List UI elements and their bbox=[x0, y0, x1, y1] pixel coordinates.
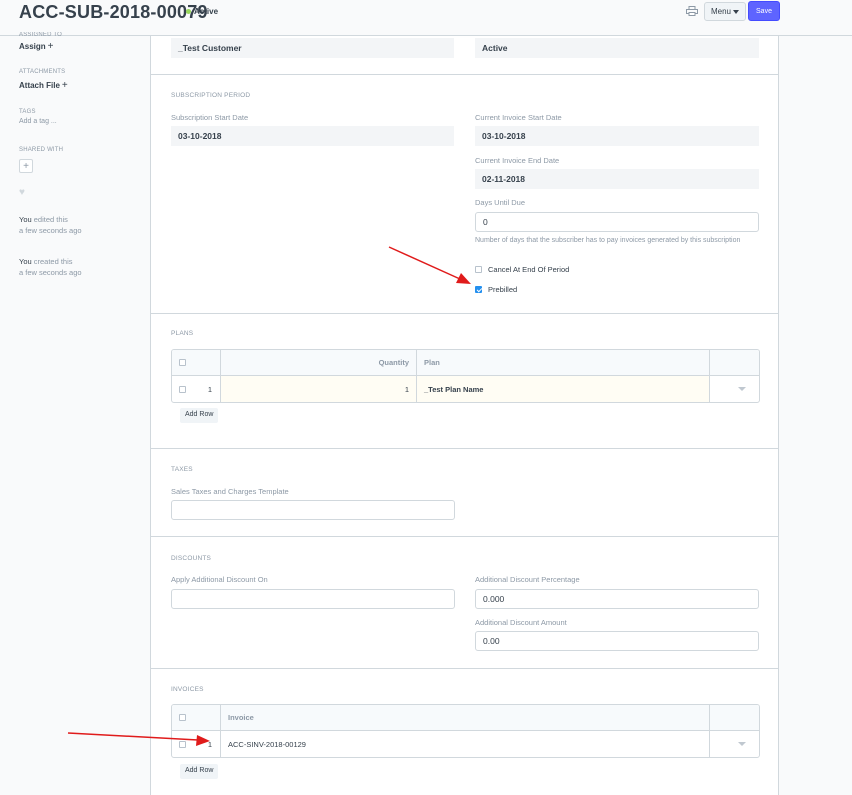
activity-item: You created this a few seconds ago bbox=[19, 256, 139, 278]
assign-link[interactable]: Assign + bbox=[19, 41, 139, 52]
menu-button[interactable]: Menu bbox=[704, 2, 746, 21]
assign-link-label: Assign bbox=[19, 42, 46, 51]
menu-button-label: Menu bbox=[710, 7, 731, 16]
prebilled-label: Prebilled bbox=[488, 285, 518, 294]
caret-down-icon bbox=[733, 9, 739, 14]
activity-item: You edited this a few seconds ago bbox=[19, 214, 139, 236]
days-until-due-help: Number of days that the subscriber has t… bbox=[475, 237, 741, 244]
row-expand-caret-icon[interactable] bbox=[738, 387, 746, 391]
days-until-due-input[interactable]: 0 bbox=[475, 212, 759, 232]
row-select-cell[interactable]: 1 bbox=[172, 731, 221, 757]
row-edit-cell[interactable] bbox=[710, 731, 759, 757]
section-divider bbox=[151, 536, 778, 537]
save-button[interactable]: Save bbox=[748, 1, 780, 21]
apply-discount-on-input[interactable] bbox=[171, 589, 455, 609]
invoice-cell[interactable]: ACC-SINV-2018-00129 bbox=[221, 731, 710, 757]
plan-cell[interactable]: _Test Plan Name bbox=[417, 376, 710, 402]
form-sidebar: ASSIGNED TO Assign + ATTACHMENTS Attach F… bbox=[19, 30, 139, 278]
select-all-checkbox[interactable] bbox=[179, 359, 186, 366]
plus-icon: + bbox=[61, 80, 68, 91]
taxes-heading: TAXES bbox=[171, 466, 193, 473]
column-settings-cell bbox=[710, 705, 759, 730]
sales-taxes-template-input[interactable] bbox=[171, 500, 455, 520]
row-checkbox[interactable] bbox=[179, 740, 186, 748]
table-header-row: Quantity Plan bbox=[172, 350, 759, 376]
row-edit-cell[interactable] bbox=[710, 376, 759, 402]
invoices-table: Invoice 1 ACC-SINV-2018-00129 bbox=[171, 704, 760, 758]
section-divider bbox=[151, 448, 778, 449]
table-row[interactable]: 1 1 _Test Plan Name bbox=[172, 376, 759, 402]
status-field[interactable]: Active bbox=[475, 38, 759, 58]
discount-percentage-label: Additional Discount Percentage bbox=[475, 575, 580, 584]
activity-action: edited this bbox=[31, 215, 68, 224]
discount-amount-input[interactable]: 0.00 bbox=[475, 631, 759, 651]
select-all-cell[interactable] bbox=[172, 350, 221, 375]
row-index: 1 bbox=[207, 384, 212, 394]
subscription-start-date-label: Subscription Start Date bbox=[171, 113, 249, 122]
form-layout: _Test Customer Active SUBSCRIPTION PERIO… bbox=[150, 36, 779, 795]
row-expand-caret-icon[interactable] bbox=[738, 742, 746, 746]
assigned-to-label: ASSIGNED TO bbox=[19, 32, 62, 38]
select-all-checkbox[interactable] bbox=[179, 714, 186, 721]
discounts-heading: DISCOUNTS bbox=[171, 555, 212, 562]
attachments-label: ATTACHMENTS bbox=[19, 69, 66, 75]
like-heart-icon[interactable]: ♥ bbox=[19, 187, 139, 198]
invoices-add-row-button[interactable]: Add Row bbox=[180, 764, 219, 779]
section-divider bbox=[151, 74, 778, 75]
activity-user: You bbox=[19, 257, 32, 266]
cancel-at-end-checkbox[interactable] bbox=[475, 266, 482, 273]
prebilled-checkbox-row[interactable]: Prebilled bbox=[475, 285, 517, 294]
discount-amount-label: Additional Discount Amount bbox=[475, 618, 567, 627]
plans-add-row-button[interactable]: Add Row bbox=[180, 408, 219, 423]
activity-time: a few seconds ago bbox=[19, 226, 82, 235]
column-header-quantity: Quantity bbox=[221, 350, 417, 375]
section-divider bbox=[151, 313, 778, 314]
current-invoice-start-date-field[interactable]: 03-10-2018 bbox=[475, 126, 759, 146]
current-invoice-end-date-label: Current Invoice End Date bbox=[475, 156, 560, 165]
current-invoice-end-date-field[interactable]: 02-11-2018 bbox=[475, 169, 759, 189]
subscription-period-heading: SUBSCRIPTION PERIOD bbox=[171, 92, 251, 99]
cancel-at-end-label: Cancel At End Of Period bbox=[488, 265, 570, 274]
current-invoice-start-date-label: Current Invoice Start Date bbox=[475, 113, 562, 122]
column-settings-cell bbox=[710, 350, 759, 375]
plans-heading: PLANS bbox=[171, 330, 194, 337]
print-icon[interactable] bbox=[686, 6, 698, 16]
invoices-heading: INVOICES bbox=[171, 686, 204, 693]
column-header-plan: Plan bbox=[417, 350, 710, 375]
column-header-invoice: Invoice bbox=[221, 705, 710, 730]
quantity-cell[interactable]: 1 bbox=[221, 376, 417, 402]
table-row[interactable]: 1 ACC-SINV-2018-00129 bbox=[172, 731, 759, 757]
status-label: Active bbox=[194, 7, 219, 16]
row-select-cell[interactable]: 1 bbox=[172, 376, 221, 402]
cancel-at-end-checkbox-row[interactable]: Cancel At End Of Period bbox=[475, 265, 569, 274]
status-indicator: Active bbox=[186, 7, 218, 16]
days-until-due-label: Days Until Due bbox=[475, 198, 526, 207]
select-all-cell[interactable] bbox=[172, 705, 221, 730]
activity-time: a few seconds ago bbox=[19, 268, 82, 277]
prebilled-checkbox[interactable] bbox=[475, 286, 482, 293]
subscription-start-date-field[interactable]: 03-10-2018 bbox=[171, 126, 454, 146]
add-tag-link[interactable]: Add a tag ... bbox=[19, 118, 139, 125]
row-index: 1 bbox=[207, 739, 212, 749]
table-header-row: Invoice bbox=[172, 705, 759, 731]
discount-percentage-input[interactable]: 0.000 bbox=[475, 589, 759, 609]
status-dot-icon bbox=[186, 9, 191, 14]
row-checkbox[interactable] bbox=[179, 385, 186, 393]
activity-user: You bbox=[19, 215, 32, 224]
add-share-button[interactable]: + bbox=[19, 159, 33, 173]
shared-with-label: SHARED WITH bbox=[19, 147, 64, 153]
attach-file-link[interactable]: Attach File + bbox=[19, 80, 139, 91]
plus-icon: + bbox=[47, 41, 54, 52]
apply-discount-on-label: Apply Additional Discount On bbox=[171, 575, 268, 584]
section-divider bbox=[151, 668, 778, 669]
page-title: ACC-SUB-2018-00079 bbox=[19, 2, 208, 22]
activity-action: created this bbox=[31, 257, 73, 266]
plans-table: Quantity Plan 1 1 _Test Plan Name bbox=[171, 349, 760, 403]
customer-field[interactable]: _Test Customer bbox=[171, 38, 454, 58]
tags-label: TAGS bbox=[19, 109, 36, 115]
sales-taxes-template-label: Sales Taxes and Charges Template bbox=[171, 487, 289, 496]
attach-file-label: Attach File bbox=[19, 81, 60, 90]
